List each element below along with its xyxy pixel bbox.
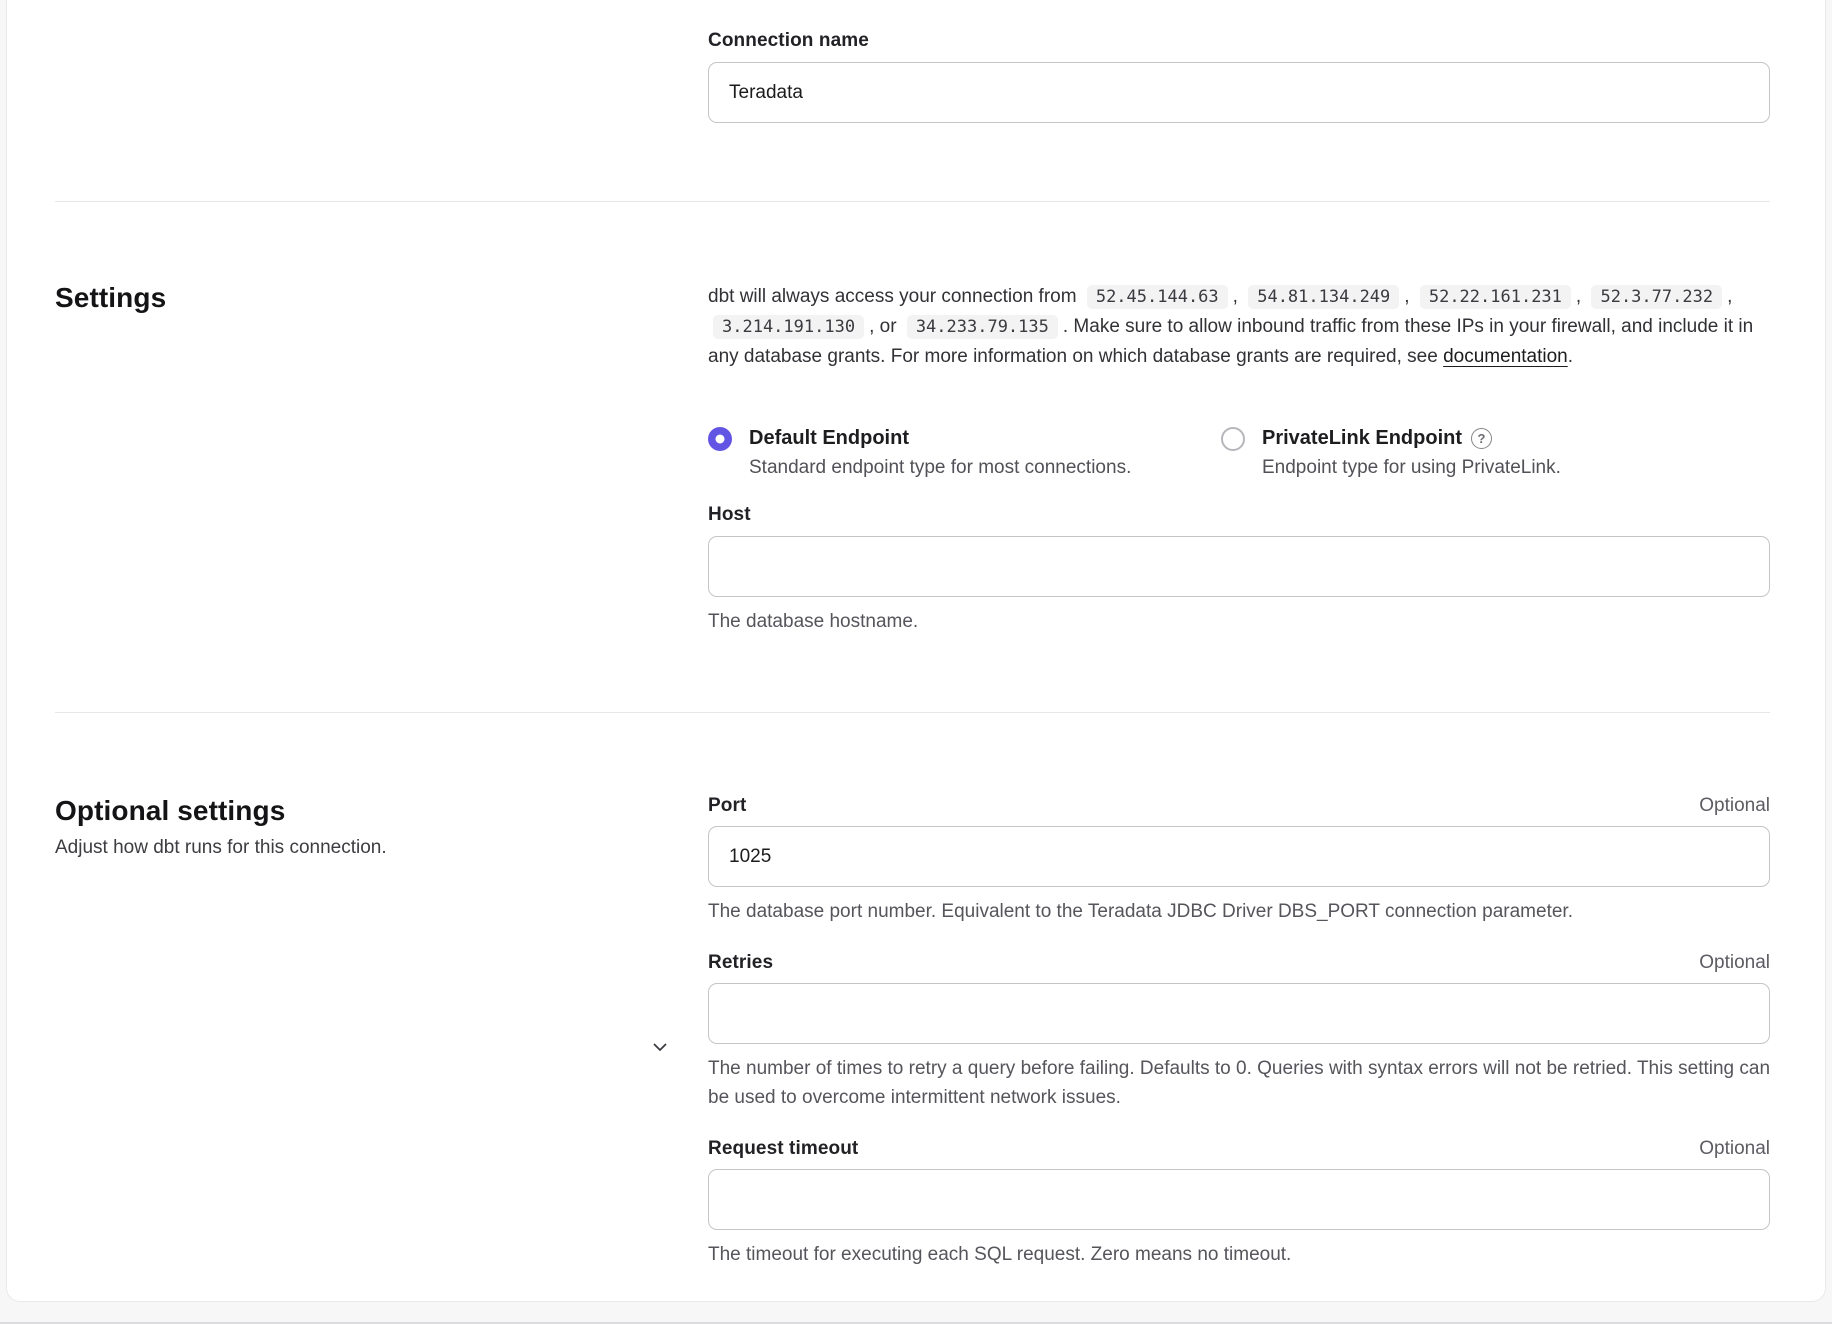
radio-description: Endpoint type for using PrivateLink. (1262, 453, 1561, 482)
request-timeout-label: Request timeout (708, 1138, 858, 1160)
port-label: Port (708, 795, 746, 817)
retries-field: Retries Optional The number of times to … (708, 952, 1770, 1112)
settings-intro: dbt will always access your connection f… (708, 282, 1770, 372)
radio-button[interactable] (708, 427, 732, 451)
settings-heading: Settings (55, 282, 708, 314)
radio-label: PrivateLink Endpoint (1262, 424, 1462, 453)
ip-address-pill: 34.233.79.135 (907, 315, 1058, 339)
request-timeout-field: Request timeout Optional The timeout for… (708, 1138, 1770, 1269)
ip-address-pill: 3.214.191.130 (713, 315, 864, 339)
host-input[interactable] (708, 536, 1770, 597)
retries-input[interactable] (708, 983, 1770, 1044)
connection-settings-card: Connection name Settings dbt will always… (6, 0, 1826, 1302)
port-field: Port Optional The database port number. … (708, 795, 1770, 926)
retries-helper-text: The number of times to retry a query bef… (708, 1054, 1770, 1112)
request-timeout-helper-text: The timeout for executing each SQL reque… (708, 1240, 1770, 1269)
host-label: Host (708, 504, 1770, 526)
optional-settings-subheading: Adjust how dbt runs for this connection. (55, 834, 387, 862)
ip-address-pill: 52.3.77.232 (1591, 285, 1722, 309)
ip-address-pill: 52.22.161.231 (1420, 285, 1571, 309)
connection-name-label: Connection name (708, 30, 1770, 52)
settings-section: Settings dbt will always access your con… (55, 202, 1770, 712)
ip-address-pill: 54.81.134.249 (1248, 285, 1399, 309)
endpoint-option-privatelink[interactable]: PrivateLink Endpoint ? Endpoint type for… (1221, 424, 1561, 482)
optional-settings-heading: Optional settings (55, 795, 387, 827)
help-icon[interactable]: ? (1471, 428, 1492, 449)
collapse-section-button[interactable] (645, 801, 675, 1295)
optional-settings-section: Optional settings Adjust how dbt runs fo… (55, 713, 1770, 1295)
left-spacer (55, 30, 708, 123)
host-field: Host The database hostname. (708, 504, 1770, 636)
host-helper-text: The database hostname. (708, 607, 1770, 636)
optional-badge: Optional (1699, 1138, 1770, 1160)
documentation-link[interactable]: documentation (1443, 346, 1568, 367)
page-bottom-strip (0, 1302, 1832, 1324)
radio-description: Standard endpoint type for most connecti… (749, 453, 1131, 482)
ip-address-pill: 52.45.144.63 (1087, 285, 1228, 309)
retries-label: Retries (708, 952, 773, 974)
optional-badge: Optional (1699, 795, 1770, 817)
endpoint-radio-group: Default Endpoint Standard endpoint type … (708, 424, 1770, 482)
optional-badge: Optional (1699, 952, 1770, 974)
connection-name-input[interactable] (708, 62, 1770, 123)
port-input[interactable] (708, 826, 1770, 887)
connection-name-section: Connection name (55, 0, 1770, 201)
port-helper-text: The database port number. Equivalent to … (708, 897, 1770, 926)
radio-label: Default Endpoint (749, 424, 909, 453)
radio-button[interactable] (1221, 427, 1245, 451)
chevron-down-icon (649, 1036, 671, 1058)
endpoint-option-default[interactable]: Default Endpoint Standard endpoint type … (708, 424, 1221, 482)
request-timeout-input[interactable] (708, 1169, 1770, 1230)
